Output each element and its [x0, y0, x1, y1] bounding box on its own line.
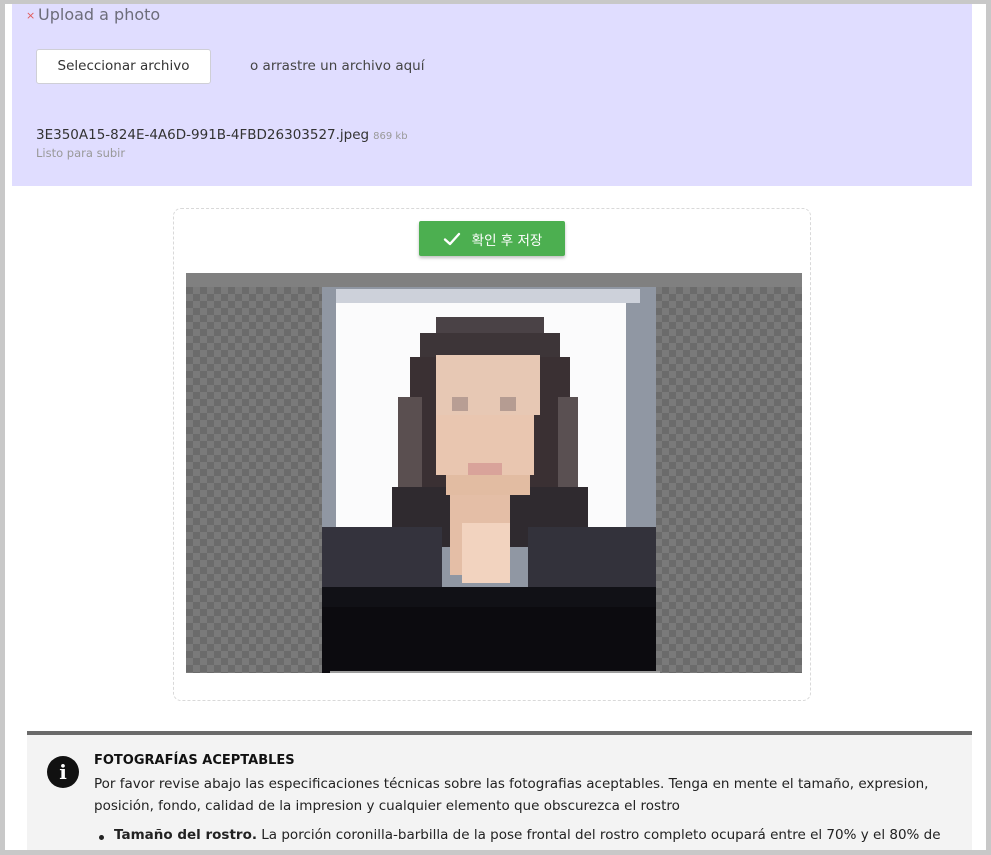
- list-item-label: Tamaño del rostro.: [114, 827, 257, 843]
- crop-guide-line[interactable]: [330, 671, 660, 673]
- pixelated-portrait: [322, 317, 656, 673]
- list-item-text: La porción coronilla-barbilla de la pose…: [256, 827, 941, 843]
- canvas-top-band: [186, 273, 802, 287]
- confirm-save-label: 확인 후 저장: [471, 232, 543, 249]
- file-size: 869 kb: [373, 131, 408, 142]
- info-body: Por favor revise abajo las especificacio…: [94, 776, 929, 814]
- file-info: 3E350A15-824E-4A6D-991B-4FBD26303527.jpe…: [36, 127, 408, 143]
- drag-drop-hint[interactable]: o arrastre un archivo aquí: [250, 58, 425, 74]
- required-mark: ×: [26, 9, 36, 22]
- bullet: [99, 835, 104, 840]
- confirm-save-button[interactable]: 확인 후 저장: [419, 221, 565, 256]
- upload-title: Upload a photo: [38, 5, 161, 24]
- upload-panel: [12, 0, 972, 186]
- uploaded-photo[interactable]: [322, 287, 656, 673]
- select-file-button[interactable]: Seleccionar archivo: [36, 49, 211, 84]
- file-name: 3E350A15-824E-4A6D-991B-4FBD26303527.jpe…: [36, 127, 370, 143]
- info-icon: i: [47, 756, 79, 788]
- file-status: Listo para subir: [36, 146, 126, 160]
- check-icon: [443, 232, 460, 245]
- info-title: FOTOGRAFÍAS ACEPTABLES: [94, 753, 295, 768]
- list-item: Tamaño del rostro. La porción coronilla-…: [114, 827, 941, 843]
- crop-canvas[interactable]: [186, 273, 802, 673]
- acceptable-photos-info: i FOTOGRAFÍAS ACEPTABLES Por favor revis…: [27, 731, 972, 855]
